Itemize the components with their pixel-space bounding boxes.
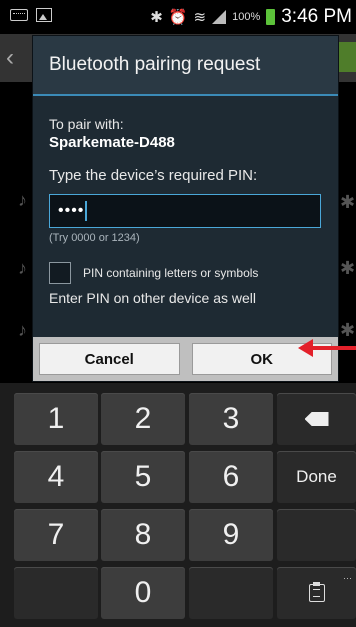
text-cursor xyxy=(85,201,88,221)
empty-key xyxy=(189,567,273,619)
pin-prompt: Type the device’s required PIN: xyxy=(49,167,258,184)
wifi-icon: ≋ xyxy=(193,9,207,26)
alarm-icon: ⏰ xyxy=(168,9,188,26)
background-settings-icon: ✱ xyxy=(340,192,356,212)
enter-pin-note: Enter PIN on other device as well xyxy=(49,290,256,306)
clipboard-icon xyxy=(308,582,325,602)
battery-percent: 100% xyxy=(232,11,261,23)
clipboard-key[interactable]: ⋯ xyxy=(277,567,356,619)
key-8[interactable]: 8 xyxy=(101,509,185,561)
dialog-title: Bluetooth pairing request xyxy=(33,36,338,96)
key-1[interactable]: 1 xyxy=(14,393,98,445)
pin-letters-checkbox[interactable] xyxy=(49,262,71,284)
numeric-keyboard: 1 2 3 4 5 6 Done 7 8 9 0 ⋯ xyxy=(0,383,356,627)
key-6[interactable]: 6 xyxy=(189,451,273,503)
back-icon: ‹ xyxy=(6,44,14,71)
bluetooth-icon: ✱ xyxy=(150,9,163,26)
background-item-icon: ♪ xyxy=(18,320,27,340)
bluetooth-pairing-dialog: Bluetooth pairing request To pair with: … xyxy=(33,36,338,381)
annotation-arrow-ok xyxy=(298,339,356,357)
cancel-button[interactable]: Cancel xyxy=(39,343,180,375)
pin-value: •••• xyxy=(58,202,85,219)
key-0[interactable]: 0 xyxy=(101,567,185,619)
empty-key xyxy=(14,567,98,619)
background-item-icon: ♪ xyxy=(18,190,27,210)
key-4[interactable]: 4 xyxy=(14,451,98,503)
key-3[interactable]: 3 xyxy=(189,393,273,445)
backspace-icon xyxy=(304,412,329,426)
backspace-key[interactable] xyxy=(277,393,356,445)
dialog-button-bar: Cancel OK xyxy=(33,337,338,381)
pin-hint: (Try 0000 or 1234) xyxy=(49,232,140,244)
signal-icon xyxy=(212,10,227,24)
pin-input[interactable]: •••• xyxy=(49,194,321,228)
key-9[interactable]: 9 xyxy=(189,509,273,561)
keyboard-icon xyxy=(10,9,28,21)
battery-icon xyxy=(266,9,276,25)
image-icon xyxy=(36,8,52,22)
clock: 3:46 PM xyxy=(281,6,352,27)
key-2[interactable]: 2 xyxy=(101,393,185,445)
key-7[interactable]: 7 xyxy=(14,509,98,561)
to-pair-label: To pair with: xyxy=(49,116,124,132)
more-options-icon: ⋯ xyxy=(343,573,352,583)
background-settings-icon: ✱ xyxy=(340,258,356,278)
device-name: Sparkemate-D488 xyxy=(49,134,175,151)
checkbox-label: PIN containing letters or symbols xyxy=(83,266,259,280)
background-item-icon: ♪ xyxy=(18,258,27,278)
done-key[interactable]: Done xyxy=(277,451,356,503)
status-bar: ✱ ⏰ ≋ 100% 3:46 PM xyxy=(0,0,356,34)
key-5[interactable]: 5 xyxy=(101,451,185,503)
empty-key xyxy=(277,509,356,561)
background-settings-icon: ✱ xyxy=(340,320,356,340)
